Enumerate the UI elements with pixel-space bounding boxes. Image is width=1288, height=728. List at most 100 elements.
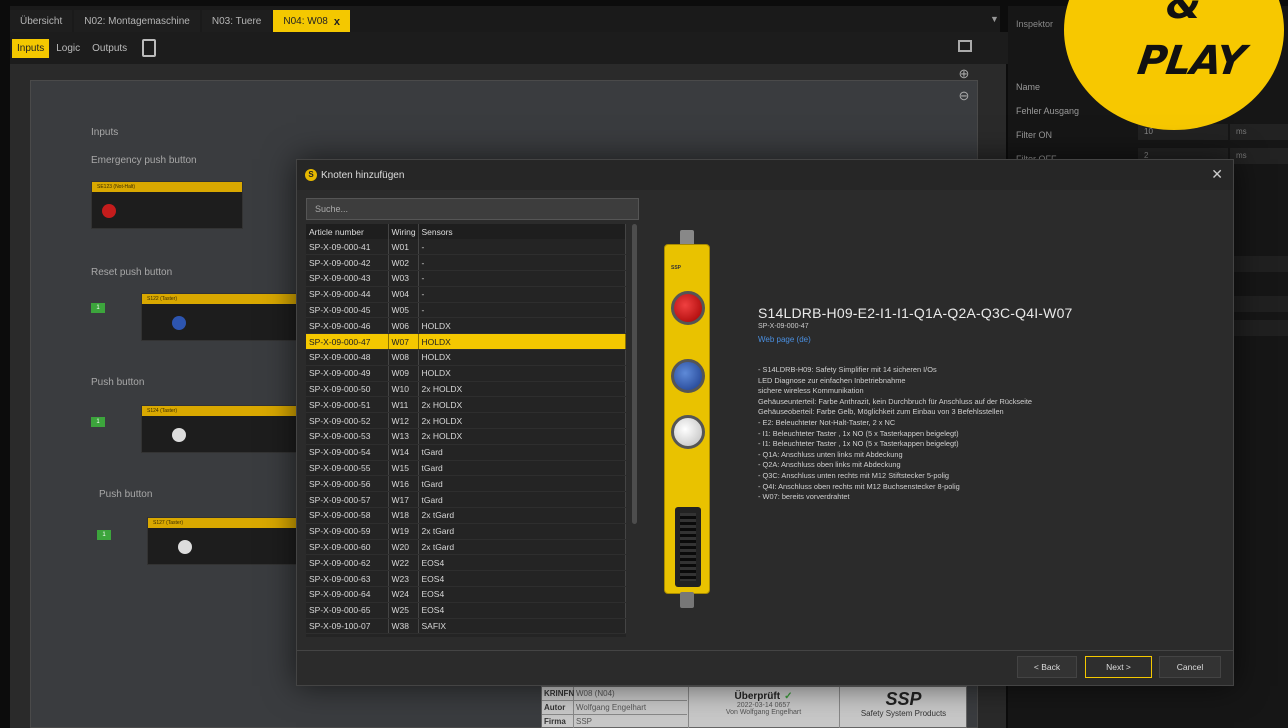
table-row[interactable]: SP-X-09-000-53 W13 2x HOLDX <box>306 428 626 445</box>
column-header-article[interactable]: Article number <box>306 224 389 239</box>
sensors-cell: 2x HOLDX <box>418 412 626 430</box>
table-row[interactable]: SP-X-09-000-52 W12 2x HOLDX <box>306 412 626 430</box>
table-row[interactable]: SP-X-09-000-65 W25 EOS4 <box>306 602 626 619</box>
article-number-cell: SP-X-09-000-43 <box>306 270 389 287</box>
inspector-label-filter-on: Filter ON <box>1016 130 1052 140</box>
table-row[interactable]: SP-X-09-000-50 W10 2x HOLDX <box>306 381 626 398</box>
web-page-link[interactable]: Web page (de) <box>758 335 811 344</box>
filter-on-unit-select[interactable]: ms <box>1230 124 1288 140</box>
table-row[interactable]: SP-X-09-000-44 W04- <box>306 286 626 303</box>
description-line: - Q1A: Anschluss unten links mit Abdecku… <box>758 449 903 459</box>
subtab-inputs[interactable]: Inputs <box>12 38 50 58</box>
article-number-cell: SP-X-09-000-65 <box>306 602 389 619</box>
table-row[interactable]: SP-X-09-000-42 W02- <box>306 254 626 272</box>
tab-n02[interactable]: N02: Montagemaschine <box>74 10 200 32</box>
column-header-sensors[interactable]: Sensors <box>418 224 626 239</box>
table-row[interactable]: SP-X-09-000-64 W24 EOS4 <box>306 586 626 603</box>
zoom-out-icon[interactable]: ⊖ <box>956 88 972 104</box>
filter-off-unit-select[interactable]: ms <box>1230 148 1288 164</box>
emergency-stop-icon <box>671 291 705 325</box>
badge-text-top: & <box>1166 0 1201 28</box>
description-line: - Q4I: Anschluss oben rechts mit M12 Buc… <box>758 481 960 491</box>
tb-key: Autor <box>542 701 574 714</box>
table-row[interactable]: SP-X-09-000-60 W20 2x tGard <box>306 539 626 556</box>
input-pin[interactable]: 1 <box>97 530 111 540</box>
table-row[interactable]: SP-X-09-000-55 W15 tGard <box>306 460 626 477</box>
table-row[interactable]: SP-X-09-000-51 W11 2x HOLDX <box>306 396 626 414</box>
article-number-cell: SP-X-09-000-51 <box>306 396 389 414</box>
push-button-icon <box>172 316 186 330</box>
table-row[interactable]: SP-X-09-100-07 W38 SAFIX <box>306 618 626 635</box>
table-row[interactable]: SP-X-09-000-63 W23 EOS4 <box>306 570 626 588</box>
subtab-logic[interactable]: Logic <box>51 39 85 58</box>
tab-overview[interactable]: Übersicht <box>10 10 73 32</box>
table-row[interactable]: SP-X-09-000-41 W01- <box>306 239 626 256</box>
sensors-cell: tGard <box>418 475 626 493</box>
article-number-cell: SP-X-09-000-54 <box>306 444 389 461</box>
table-row[interactable]: SP-X-09-000-59 W19 2x tGard <box>306 523 626 540</box>
node-emergency[interactable]: SE123 (Not-Halt) <box>91 181 243 229</box>
node-push-1[interactable]: S124 (Taster) <box>141 405 301 453</box>
fit-view-icon[interactable] <box>958 40 972 52</box>
input-pin[interactable]: 1 <box>91 303 105 313</box>
node-title: S122 (Taster) <box>142 294 300 304</box>
next-button[interactable]: Next > <box>1085 656 1152 678</box>
tab-overflow-chevron-icon[interactable]: ▼ <box>990 14 999 24</box>
article-number-cell: SP-X-09-000-59 <box>306 523 389 540</box>
sensors-cell: EOS4 <box>418 554 626 572</box>
table-row[interactable]: SP-X-09-000-43 W03- <box>306 270 626 287</box>
tab-n03[interactable]: N03: Tuere <box>201 10 272 32</box>
export-icon[interactable] <box>142 39 157 57</box>
table-row[interactable]: SP-X-09-000-57 W17 tGard <box>306 491 626 509</box>
sensors-cell: HOLDX <box>418 317 626 335</box>
sensors-cell: - <box>418 270 626 287</box>
sensors-cell: 2x HOLDX <box>418 381 626 398</box>
subtab-outputs[interactable]: Outputs <box>87 39 132 58</box>
table-row[interactable]: SP-X-09-000-46 W06 HOLDX <box>306 317 626 335</box>
product-article-number: SP-X-09-000-47 <box>758 323 809 330</box>
led-panel-icon <box>675 507 701 587</box>
node-reset[interactable]: S122 (Taster) <box>141 293 301 341</box>
close-tab-icon[interactable]: x <box>334 16 340 28</box>
node-title: S127 (Taster) <box>148 518 306 528</box>
zoom-in-icon[interactable]: ⊕ <box>956 66 972 82</box>
emergency-stop-icon <box>102 204 116 218</box>
tab-n04-active[interactable]: N04: W08 x <box>273 10 350 32</box>
table-scrollbar[interactable] <box>632 224 637 524</box>
article-number-cell: SP-X-09-000-63 <box>306 570 389 588</box>
app-logo-icon: S <box>305 169 317 181</box>
table-row[interactable]: SP-X-09-000-47 W07 HOLDX <box>306 333 626 351</box>
back-button[interactable]: < Back <box>1017 656 1077 678</box>
table-row[interactable]: SP-X-09-000-56 W16 tGard <box>306 475 626 493</box>
table-row[interactable]: SP-X-09-000-45 W05- <box>306 302 626 319</box>
sensors-cell: 2x HOLDX <box>418 428 626 445</box>
article-table-container: Article number Wiring Sensors SP-X-09-00… <box>306 224 626 637</box>
device-housing: SSP <box>664 244 710 594</box>
tb-key: Firma <box>542 715 574 728</box>
article-number-cell: SP-X-09-100-07 <box>306 618 389 635</box>
table-row[interactable]: SP-X-09-000-62 W22 EOS4 <box>306 554 626 572</box>
cancel-button[interactable]: Cancel <box>1159 656 1221 678</box>
wiring-cell: W24 <box>388 586 419 603</box>
company-logo: SSP <box>885 689 922 709</box>
column-header-wiring[interactable]: Wiring <box>388 224 419 239</box>
node-push-2[interactable]: S127 (Taster) <box>147 517 307 565</box>
wiring-cell: W17 <box>388 491 419 509</box>
input-pin[interactable]: 1 <box>91 417 105 427</box>
table-row[interactable]: SP-X-09-000-49 W09 HOLDX <box>306 365 626 382</box>
wiring-cell: W19 <box>388 523 419 540</box>
node-title: S124 (Taster) <box>142 406 300 416</box>
table-row[interactable]: SP-X-09-000-54 W14 tGard <box>306 444 626 461</box>
sensors-cell: tGard <box>418 444 626 461</box>
article-number-cell: SP-X-09-000-52 <box>306 412 389 430</box>
article-number-cell: SP-X-09-000-45 <box>306 302 389 319</box>
table-row[interactable]: SP-X-09-000-58 W18 2x tGard <box>306 507 626 524</box>
dialog-title: Knoten hinzufügen <box>321 169 405 181</box>
description-line: - Q2A: Anschluss oben links mit Abdeckun… <box>758 460 901 470</box>
table-row[interactable]: SP-X-09-000-48 W08 HOLDX <box>306 349 626 366</box>
close-icon[interactable]: ✕ <box>1211 166 1223 183</box>
sensors-cell: - <box>418 254 626 272</box>
wiring-cell: W14 <box>388 444 419 461</box>
description-line: Gehäuseoberteil: Farbe Gelb, Möglichkeit… <box>758 407 1004 417</box>
search-input[interactable] <box>306 198 639 220</box>
